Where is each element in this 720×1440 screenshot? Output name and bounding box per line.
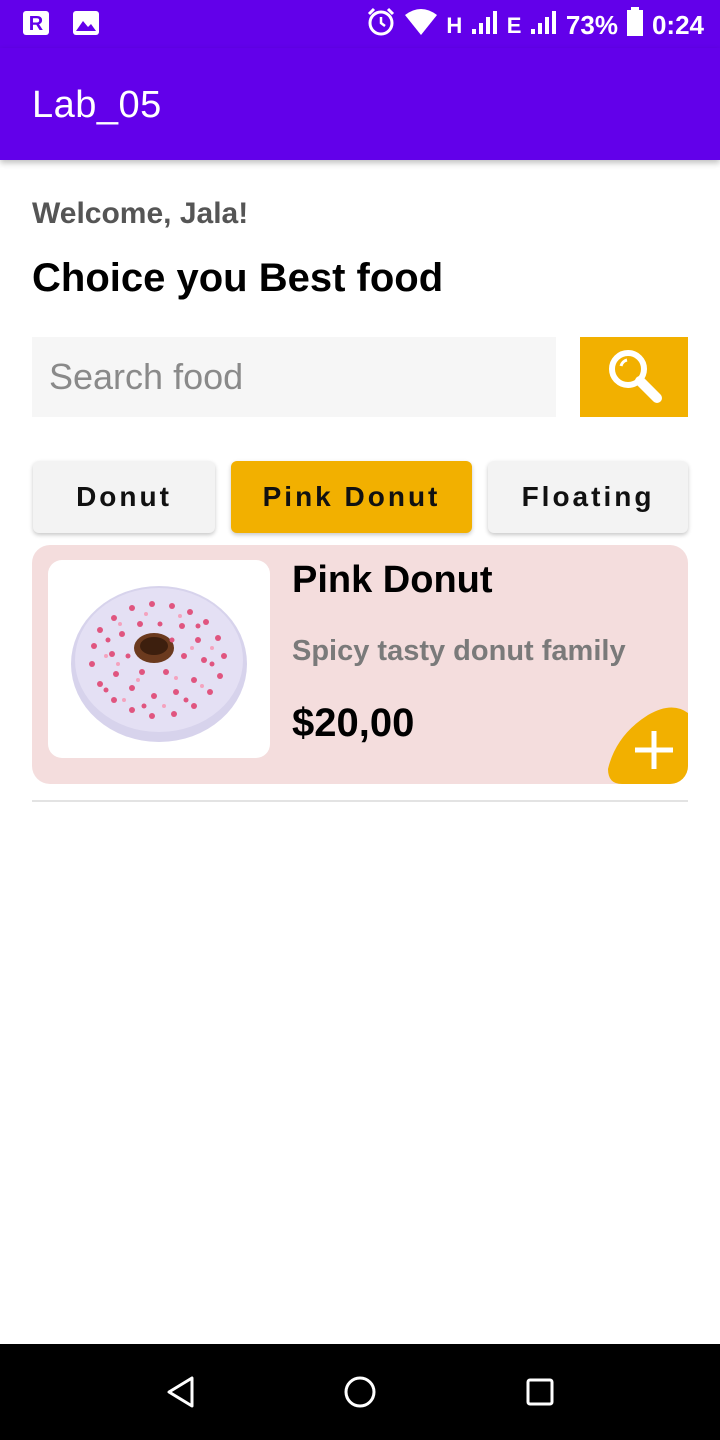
notification-icons: R	[22, 10, 100, 41]
category-chip-pink-donut[interactable]: Pink Donut	[231, 461, 472, 533]
battery-percent: 73%	[565, 10, 618, 40]
category-chip-donut[interactable]: Donut	[33, 461, 215, 533]
alarm-icon	[366, 7, 396, 44]
battery-icon	[626, 7, 644, 44]
back-button[interactable]	[160, 1372, 200, 1412]
product-card[interactable]: Pink Donut Spicy tasty donut family $20,…	[32, 545, 688, 784]
svg-text:R: R	[29, 13, 44, 35]
home-button[interactable]	[340, 1372, 380, 1412]
page-headline: Choice you Best food	[32, 256, 444, 300]
system-navigation-bar	[0, 1344, 720, 1440]
recents-square-icon	[526, 1378, 554, 1406]
recents-button[interactable]	[520, 1372, 560, 1412]
signal-icon	[471, 9, 499, 42]
list-divider	[32, 800, 688, 802]
clock: 0:24	[651, 10, 704, 40]
gallery-notification-icon	[72, 10, 100, 41]
product-name: Pink Donut	[292, 559, 493, 601]
category-chip-floating[interactable]: Floating	[488, 461, 688, 533]
product-description: Spicy tasty donut family	[292, 635, 626, 667]
app-bar: Lab_05	[0, 48, 720, 160]
network-type-label: H	[446, 12, 463, 38]
system-status: H E 73% 0:24	[366, 7, 704, 44]
welcome-text: Welcome, Jala!	[32, 197, 249, 230]
status-bar: R H E 73% 0:24	[0, 0, 720, 48]
add-to-cart-button[interactable]	[608, 705, 688, 784]
app-title: Lab_05	[32, 84, 162, 126]
search-button[interactable]	[580, 337, 688, 417]
home-circle-icon	[344, 1376, 376, 1408]
back-triangle-icon	[167, 1376, 194, 1408]
product-image	[48, 560, 270, 758]
product-price: $20,00	[292, 701, 415, 745]
search-icon	[605, 346, 663, 409]
search-input[interactable]	[32, 337, 556, 417]
network-type-label-2: E	[506, 12, 522, 38]
signal-icon-2	[530, 9, 558, 42]
wifi-icon	[404, 8, 438, 43]
app-notification-icon: R	[22, 10, 50, 41]
